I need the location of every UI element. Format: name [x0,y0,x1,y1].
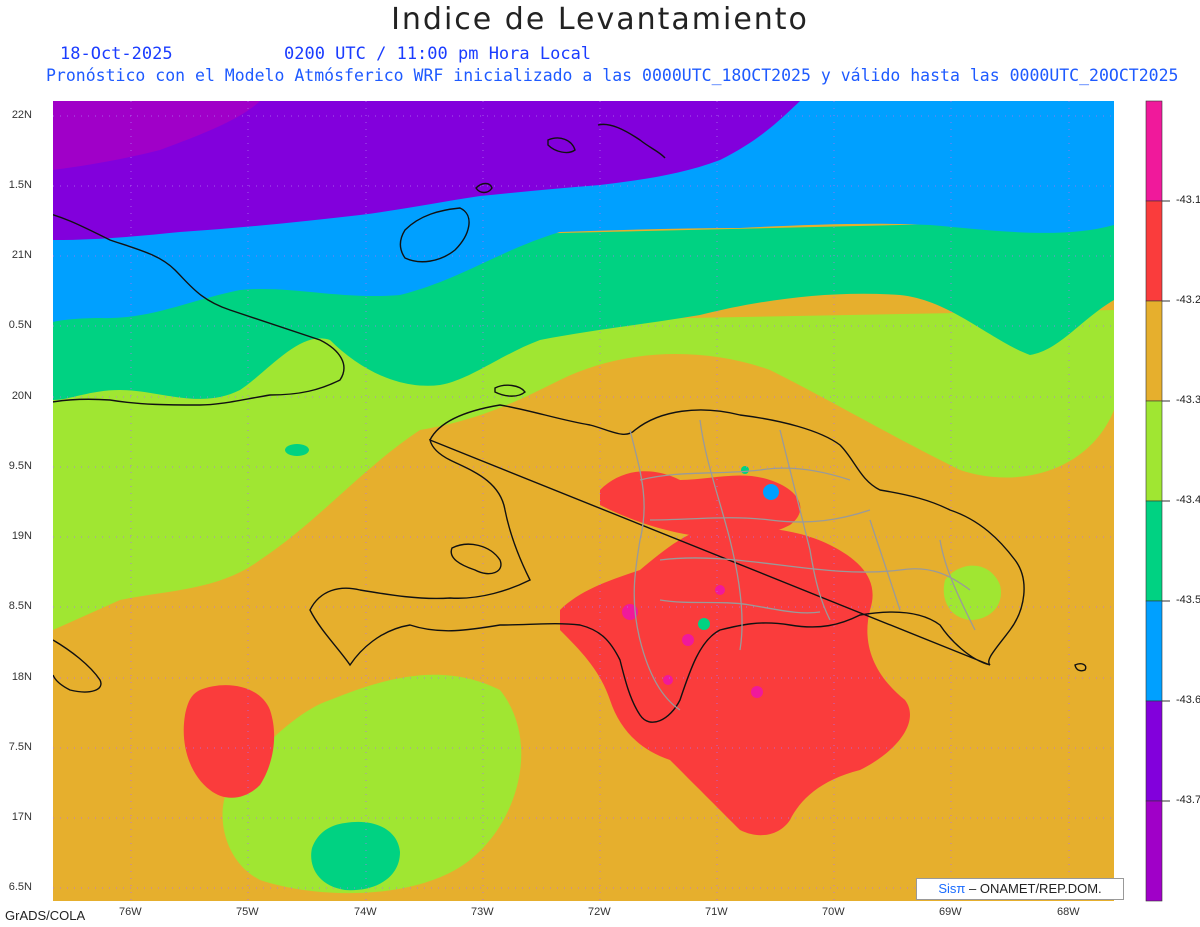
lat-label-16-5n: 6.5N [8,881,32,893]
colorbar-swatch-6 [1145,600,1163,702]
field-lightgreen-se [943,565,1001,620]
lon-label-71w: 71W [705,906,728,918]
credit-box: Sisπ – ONAMET/REP.DOM. [916,878,1124,900]
field-magenta-2 [682,634,694,646]
lat-label-21n: 21N [11,249,32,261]
lon-label-74w: 74W [354,906,377,918]
colorbar-label-3: -43.3 [1176,394,1200,406]
lon-label-72w: 72W [588,906,611,918]
colorbar-label-4: -43.4 [1176,494,1200,506]
credit-text: – ONAMET/REP.DOM. [968,881,1102,896]
lon-label-75w: 75W [236,906,259,918]
lat-label-19n: 19N [11,530,32,542]
lat-label-20-5n: 0.5N [8,319,32,331]
colorbar-swatch-1 [1145,100,1163,202]
colorbar-label-2: -43.2 [1176,294,1200,306]
field-magenta-3 [663,675,673,685]
colorbar-swatch-8 [1145,800,1163,902]
colorbar-ticks [1162,200,1170,802]
footer-grads: GrADS/COLA [5,908,86,923]
colorbar-swatch-3 [1145,300,1163,402]
field-green-spot-2 [741,466,749,474]
colorbar-label-6: -43.6 [1176,694,1200,706]
lat-label-20n: 20N [11,390,32,402]
colorbar [1145,100,1163,902]
lat-label-17n: 17N [11,811,32,823]
lon-label-73w: 73W [471,906,494,918]
field-magenta-4 [751,686,763,698]
colorbar-swatch-2 [1145,200,1163,302]
lon-label-68w: 68W [1057,906,1080,918]
lon-label-70w: 70W [822,906,845,918]
lat-label-17-5n: 7.5N [8,741,32,753]
field-magenta-5 [715,585,725,595]
lon-label-76w: 76W [119,906,142,918]
field-green-spot-1 [698,618,710,630]
lifted-index-map [53,100,1170,902]
lat-label-22n: 22N [11,109,32,121]
credit-sis-logo: Sisπ [938,881,966,896]
colorbar-label-7: -43.7 [1176,794,1200,806]
lat-label-21-5n: 1.5N [8,179,32,191]
colorbar-label-5: -43.5 [1176,594,1200,606]
colorbar-swatch-4 [1145,400,1163,502]
field-green-spot-3 [285,444,309,456]
colorbar-label-1: -43.1 [1176,194,1200,206]
lat-label-18n: 18N [11,671,32,683]
colorbar-swatch-5 [1145,500,1163,602]
field-blue-spot [763,484,779,500]
colorbar-swatch-7 [1145,700,1163,802]
lat-label-19-5n: 9.5N [8,460,32,472]
lat-label-18-5n: 8.5N [8,600,32,612]
lon-label-69w: 69W [939,906,962,918]
